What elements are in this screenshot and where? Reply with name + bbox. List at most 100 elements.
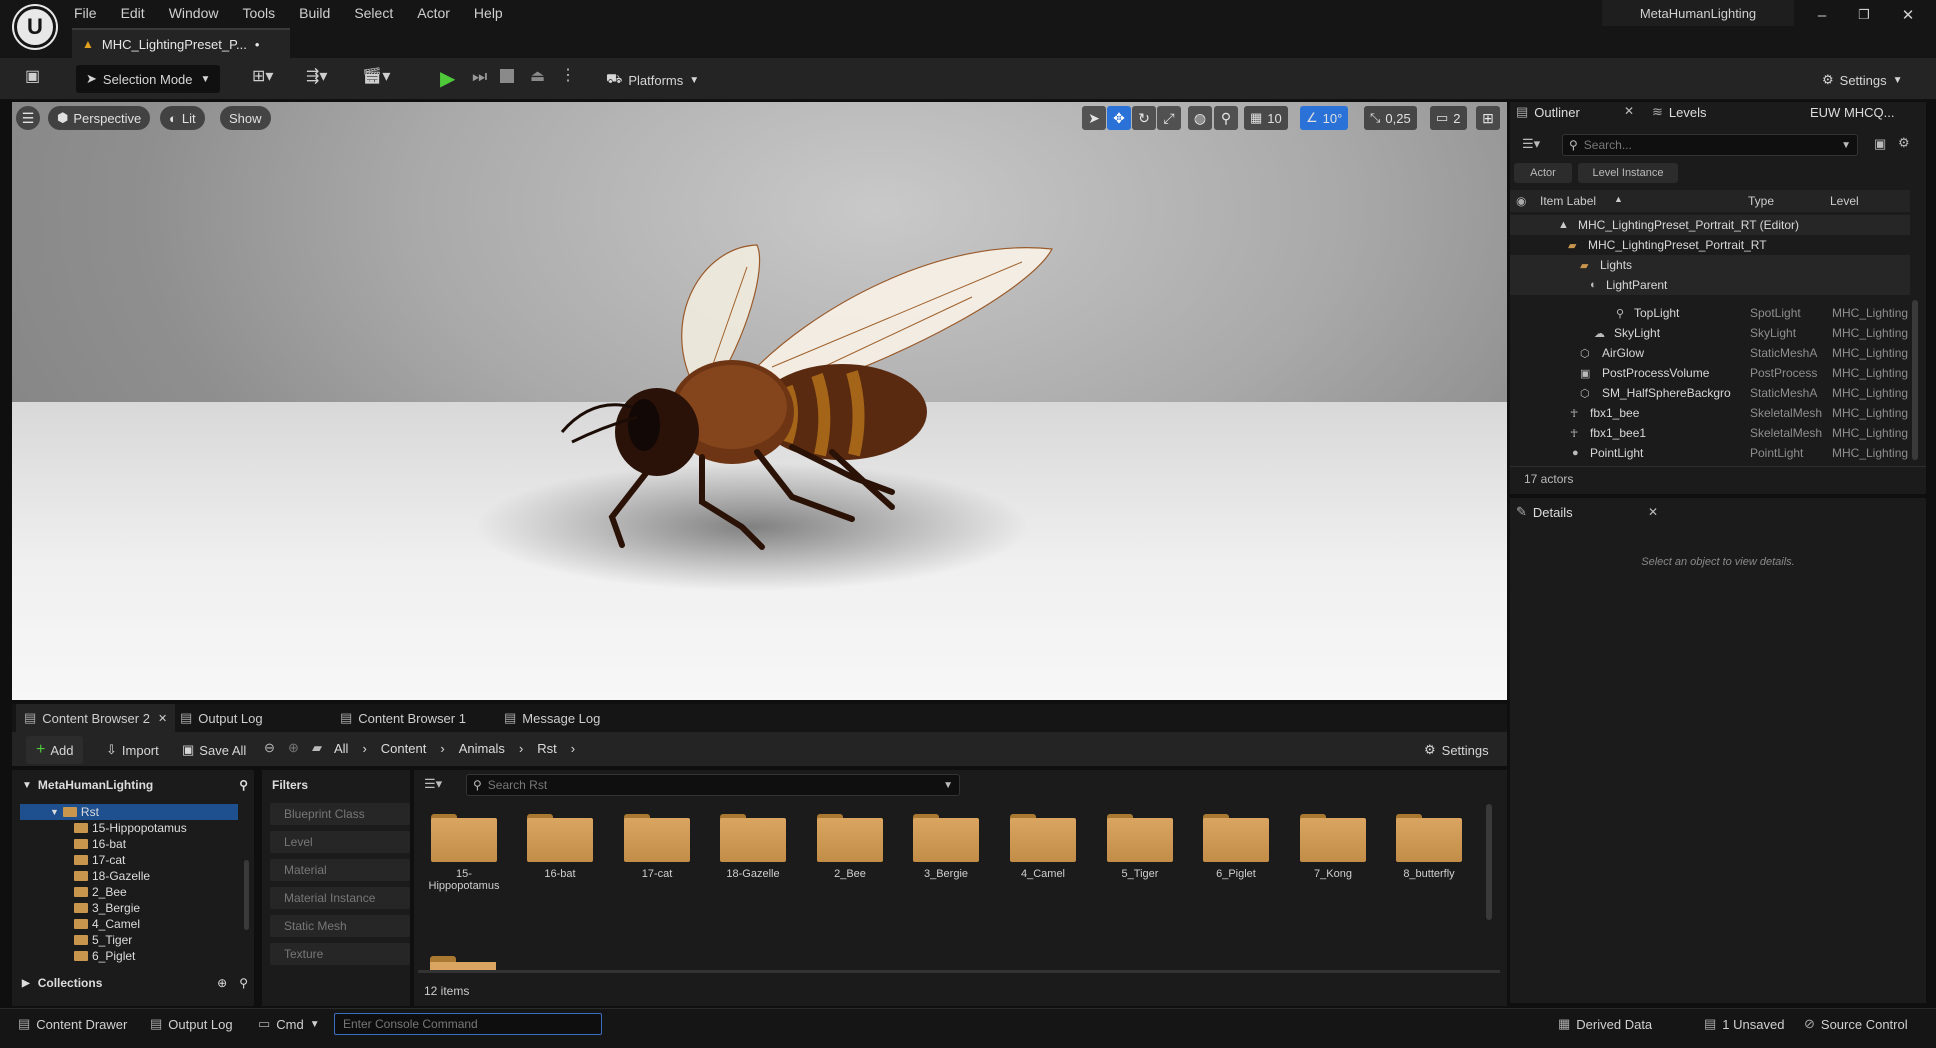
gear-icon[interactable]: ⚙ bbox=[1898, 135, 1910, 151]
tree-item[interactable]: 6_Piglet bbox=[74, 948, 135, 964]
filter-static-mesh[interactable]: Static Mesh bbox=[270, 915, 410, 937]
eject-icon[interactable]: ⏏ bbox=[530, 66, 545, 86]
breadcrumb-animals[interactable]: Animals bbox=[459, 741, 505, 756]
filter-level[interactable]: Level bbox=[270, 831, 410, 853]
asset-search-input[interactable]: ⚲ Search Rst ▼ bbox=[466, 774, 960, 796]
outliner-row[interactable]: ☁ SkyLight SkyLight MHC_Lighting bbox=[1510, 323, 1910, 343]
menu-edit[interactable]: Edit bbox=[121, 5, 145, 21]
console-command-input[interactable]: Enter Console Command bbox=[334, 1013, 602, 1035]
derived-data-button[interactable]: ▦ Derived Data bbox=[1558, 1013, 1652, 1035]
show-button[interactable]: Show bbox=[220, 106, 271, 130]
menu-tools[interactable]: Tools bbox=[242, 5, 275, 21]
breadcrumb-content[interactable]: Content bbox=[381, 741, 427, 756]
filter-icon[interactable]: ☰▾ bbox=[1522, 136, 1540, 152]
col-item-label[interactable]: Item Label bbox=[1540, 194, 1596, 208]
rotate-tool-icon[interactable]: ↻ bbox=[1132, 106, 1156, 130]
scale-snap-button[interactable]: ⤡ 0,25 bbox=[1364, 106, 1417, 130]
perspective-button[interactable]: ⬢ Perspective bbox=[48, 106, 151, 130]
skip-frame-icon[interactable]: ⏭︎ bbox=[472, 67, 487, 87]
filter-chip-level-instance[interactable]: Level Instance bbox=[1578, 163, 1678, 183]
world-space-icon[interactable]: ◍ bbox=[1188, 106, 1212, 130]
asset-grid-scrollbar[interactable] bbox=[1486, 804, 1492, 920]
add-button[interactable]: + Add bbox=[26, 736, 84, 764]
tab-content-browser-2[interactable]: ▤ Content Browser 2 ✕ bbox=[16, 704, 176, 732]
minimize-button[interactable]: – bbox=[1804, 4, 1840, 26]
surface-snap-icon[interactable]: ⚲ bbox=[1214, 106, 1238, 130]
save-all-button[interactable]: ▣ Save All bbox=[182, 736, 246, 764]
close-tab-icon[interactable]: ✕ bbox=[158, 712, 167, 725]
tree-item[interactable]: 18-Gazelle bbox=[74, 868, 150, 884]
outliner-row[interactable]: ▲ MHC_LightingPreset_Portrait_RT (Editor… bbox=[1510, 215, 1910, 235]
filter-chip-actor[interactable]: Actor bbox=[1514, 163, 1572, 183]
cmd-dropdown[interactable]: ▭ Cmd ▼ bbox=[258, 1013, 320, 1035]
col-type[interactable]: Type bbox=[1748, 194, 1774, 208]
outliner-row[interactable]: ◐ LightParent bbox=[1510, 275, 1910, 295]
camera-speed-button[interactable]: ▭ 2 bbox=[1430, 106, 1467, 130]
translate-tool-icon[interactable]: ✥ bbox=[1107, 106, 1131, 130]
grid-snap-button[interactable]: ▦ 10 bbox=[1244, 106, 1288, 130]
source-control-button[interactable]: ⊘ Source Control bbox=[1804, 1013, 1908, 1035]
import-button[interactable]: ⇩ Import bbox=[106, 736, 159, 764]
rotation-snap-button[interactable]: ∠ 10° bbox=[1300, 106, 1349, 130]
tab-content-browser-1[interactable]: ▤ Content Browser 1 bbox=[340, 704, 466, 732]
more-options-icon[interactable]: ⋮ bbox=[560, 65, 576, 85]
menu-window[interactable]: Window bbox=[169, 5, 219, 21]
asset-folder[interactable]: 3_Bergie bbox=[906, 814, 986, 880]
blueprints-icon[interactable]: ⇶▾ bbox=[306, 66, 327, 86]
search-icon[interactable]: ⚲ bbox=[239, 976, 248, 990]
menu-file[interactable]: File bbox=[74, 5, 97, 21]
breadcrumb-all[interactable]: All bbox=[334, 741, 348, 756]
new-folder-icon[interactable]: ▣ bbox=[1874, 136, 1886, 152]
content-settings-button[interactable]: ⚙ Settings bbox=[1424, 736, 1489, 764]
filter-material-instance[interactable]: Material Instance bbox=[270, 887, 410, 909]
play-icon[interactable]: ▶ bbox=[440, 66, 455, 91]
level-viewport[interactable]: ☰ ⬢ Perspective ◐ Lit Show ➤ ✥ ↻ ⤢ ◍ ⚲ ▦… bbox=[12, 102, 1507, 700]
asset-folder[interactable]: 2_Bee bbox=[810, 814, 890, 880]
asset-folder[interactable]: 6_Piglet bbox=[1196, 814, 1276, 880]
tab-levels[interactable]: ≋ Levels bbox=[1652, 100, 1706, 124]
close-details-icon[interactable]: ✕ bbox=[1648, 505, 1658, 519]
level-document-tab[interactable]: ▲ MHC_LightingPreset_P... • bbox=[72, 28, 290, 58]
outliner-row[interactable]: ⬡ AirGlow StaticMeshA MHC_Lighting bbox=[1510, 343, 1910, 363]
asset-folder[interactable]: 4_Camel bbox=[1003, 814, 1083, 880]
asset-folder[interactable]: 15-Hippopotamus bbox=[424, 814, 504, 892]
forward-icon[interactable]: ⊕ bbox=[288, 740, 299, 756]
content-drawer-button[interactable]: ▤ Content Drawer bbox=[18, 1013, 127, 1035]
unsaved-button[interactable]: ▤ 1 Unsaved bbox=[1704, 1013, 1784, 1035]
outliner-row[interactable]: ● PointLight PointLight MHC_Lighting bbox=[1510, 443, 1910, 463]
asset-folder[interactable]: 16-bat bbox=[520, 814, 600, 880]
asset-folder[interactable]: 18-Gazelle bbox=[713, 814, 793, 880]
tree-root[interactable]: ▼ MetaHumanLighting ⚲ bbox=[22, 778, 248, 792]
filter-icon[interactable]: ☰▾ bbox=[424, 776, 442, 792]
horizontal-scrollbar[interactable] bbox=[418, 970, 1500, 973]
platforms-dropdown[interactable]: ⛟ Platforms ▼ bbox=[606, 66, 699, 94]
output-log-button[interactable]: ▤ Output Log bbox=[150, 1013, 233, 1035]
col-level[interactable]: Level bbox=[1830, 194, 1859, 208]
tree-scrollbar[interactable] bbox=[244, 860, 249, 930]
tree-item[interactable]: 4_Camel bbox=[74, 916, 140, 932]
tab-euw-mhcq[interactable]: EUW MHCQ... bbox=[1810, 100, 1895, 124]
collections-header[interactable]: ▶ Collections ⊕ ⚲ bbox=[22, 976, 248, 990]
add-actor-icon[interactable]: ⊞▾ bbox=[252, 66, 273, 86]
filter-blueprint-class[interactable]: Blueprint Class bbox=[270, 803, 410, 825]
outliner-row[interactable]: ⬡ SM_HalfSphereBackgro StaticMeshA MHC_L… bbox=[1510, 383, 1910, 403]
stop-icon[interactable] bbox=[500, 69, 514, 83]
tree-item[interactable]: 3_Bergie bbox=[74, 900, 140, 916]
unreal-logo-icon[interactable]: U bbox=[14, 6, 56, 48]
tab-message-log[interactable]: ▤ Message Log bbox=[504, 704, 600, 732]
back-icon[interactable]: ⊖ bbox=[264, 740, 275, 756]
tab-details[interactable]: ✎ Details bbox=[1516, 500, 1573, 524]
menu-help[interactable]: Help bbox=[474, 5, 503, 21]
menu-select[interactable]: Select bbox=[354, 5, 393, 21]
outliner-row[interactable]: ▰ Lights bbox=[1510, 255, 1910, 275]
close-window-button[interactable]: ✕ bbox=[1890, 4, 1926, 26]
asset-folder[interactable]: 17-cat bbox=[617, 814, 697, 880]
tree-item[interactable]: 17-cat bbox=[74, 852, 125, 868]
search-icon[interactable]: ⚲ bbox=[239, 778, 248, 792]
tree-item[interactable]: 15-Hippopotamus bbox=[74, 820, 187, 836]
outliner-row[interactable]: ☥ fbx1_bee1 SkeletalMesh MHC_Lighting bbox=[1510, 423, 1910, 443]
cinematics-icon[interactable]: 🎬︎▾ bbox=[362, 66, 390, 86]
menu-actor[interactable]: Actor bbox=[417, 5, 450, 21]
restore-button[interactable]: ❐ bbox=[1846, 4, 1882, 26]
asset-folder[interactable]: 8_butterfly bbox=[1389, 814, 1469, 880]
